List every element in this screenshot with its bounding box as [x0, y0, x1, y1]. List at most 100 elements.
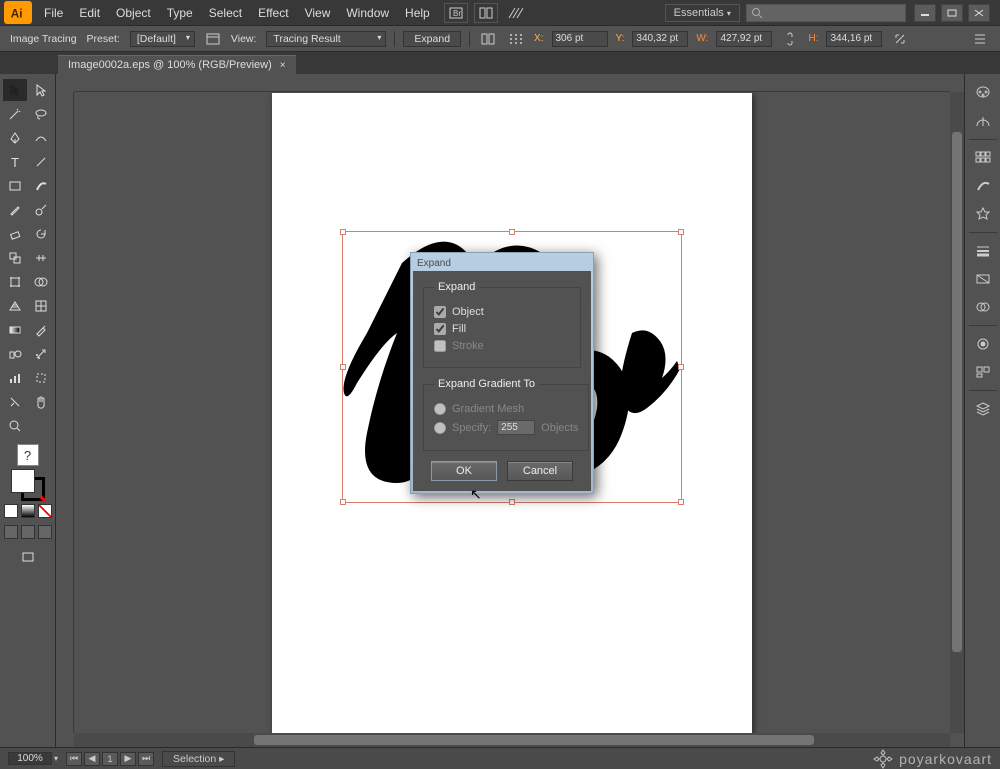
gpu-icon[interactable]: [504, 3, 528, 23]
none-mode-icon[interactable]: [38, 504, 52, 518]
selection-tool[interactable]: [3, 79, 27, 101]
arrange-docs-icon[interactable]: [474, 3, 498, 23]
screen-mode-icon[interactable]: [16, 546, 40, 568]
eyedropper-tool[interactable]: [29, 319, 53, 341]
line-tool[interactable]: [29, 151, 53, 173]
graphic-styles-panel-icon[interactable]: [969, 359, 997, 385]
curvature-tool[interactable]: [29, 127, 53, 149]
zoom-field[interactable]: [8, 752, 52, 765]
menu-window[interactable]: Window: [338, 0, 397, 26]
pen-tool[interactable]: [3, 127, 27, 149]
menu-help[interactable]: Help: [397, 0, 438, 26]
fill-checkbox[interactable]: [434, 323, 446, 335]
link-wh-icon[interactable]: [780, 30, 800, 48]
transparency-panel-icon[interactable]: [969, 294, 997, 320]
resize-handle[interactable]: [509, 499, 515, 505]
rotate-tool[interactable]: [29, 223, 53, 245]
close-button[interactable]: [968, 4, 990, 22]
gradient-tool[interactable]: [3, 319, 27, 341]
resize-handle[interactable]: [340, 499, 346, 505]
status-info[interactable]: Selection ▸: [162, 751, 235, 767]
ok-button[interactable]: OK: [431, 461, 497, 481]
next-artboard-icon[interactable]: ▶: [120, 752, 136, 766]
zoom-tool[interactable]: [3, 415, 27, 437]
magic-wand-tool[interactable]: [3, 103, 27, 125]
maximize-button[interactable]: [941, 4, 963, 22]
menu-object[interactable]: Object: [108, 0, 159, 26]
brushes-panel-icon[interactable]: [969, 173, 997, 199]
workspace-switcher[interactable]: Essentials ▾: [665, 4, 740, 22]
transform-each-icon[interactable]: [890, 30, 910, 48]
menu-select[interactable]: Select: [201, 0, 250, 26]
shape-builder-tool[interactable]: [29, 271, 53, 293]
color-guide-panel-icon[interactable]: [969, 108, 997, 134]
align-icon[interactable]: [478, 30, 498, 48]
fill-indicator[interactable]: ?: [17, 444, 39, 466]
expand-button[interactable]: Expand: [403, 31, 461, 47]
color-panel-icon[interactable]: [969, 80, 997, 106]
perspective-grid-tool[interactable]: [3, 295, 27, 317]
draw-normal-icon[interactable]: [4, 525, 18, 539]
last-artboard-icon[interactable]: ⏭: [138, 752, 154, 766]
type-tool[interactable]: T: [3, 151, 27, 173]
rectangle-tool[interactable]: [3, 175, 27, 197]
draw-behind-icon[interactable]: [21, 525, 35, 539]
stroke-panel-icon[interactable]: [969, 238, 997, 264]
blend-tool[interactable]: [3, 343, 27, 365]
gradient-panel-icon[interactable]: [969, 266, 997, 292]
first-artboard-icon[interactable]: ⏮: [66, 752, 82, 766]
hand-tool[interactable]: [29, 391, 53, 413]
vertical-ruler[interactable]: [56, 92, 74, 733]
swatches-panel-icon[interactable]: [969, 145, 997, 171]
w-field[interactable]: [716, 31, 772, 47]
minimize-button[interactable]: [914, 4, 936, 22]
menu-edit[interactable]: Edit: [71, 0, 108, 26]
menu-effect[interactable]: Effect: [250, 0, 296, 26]
appearance-panel-icon[interactable]: [969, 331, 997, 357]
control-menu-icon[interactable]: [970, 30, 990, 48]
resize-handle[interactable]: [678, 229, 684, 235]
color-mode-icon[interactable]: [4, 504, 18, 518]
vertical-scrollbar[interactable]: [950, 92, 964, 733]
menu-file[interactable]: File: [36, 0, 71, 26]
prev-artboard-icon[interactable]: ◀: [84, 752, 100, 766]
gradient-mode-icon[interactable]: [21, 504, 35, 518]
resize-handle[interactable]: [340, 229, 346, 235]
view-dropdown[interactable]: Tracing Result: [266, 31, 386, 47]
mesh-tool[interactable]: [29, 295, 53, 317]
slice-tool[interactable]: [3, 391, 27, 413]
artboard-number[interactable]: 1: [102, 752, 118, 766]
resize-handle[interactable]: [678, 364, 684, 370]
fill-stroke-swatch[interactable]: [11, 469, 45, 501]
lasso-tool[interactable]: [29, 103, 53, 125]
free-transform-tool[interactable]: [3, 271, 27, 293]
horizontal-scrollbar[interactable]: [74, 733, 950, 747]
preset-dropdown[interactable]: [Default]: [130, 31, 195, 47]
resize-handle[interactable]: [678, 499, 684, 505]
horizontal-ruler[interactable]: [74, 74, 950, 92]
y-field[interactable]: [632, 31, 688, 47]
object-checkbox[interactable]: [434, 306, 446, 318]
preset-panel-icon[interactable]: [203, 30, 223, 48]
eraser-tool[interactable]: [3, 223, 27, 245]
h-field[interactable]: [826, 31, 882, 47]
symbol-sprayer-tool[interactable]: [29, 343, 53, 365]
pencil-tool[interactable]: [3, 199, 27, 221]
direct-selection-tool[interactable]: [29, 79, 53, 101]
transform-icon[interactable]: [506, 30, 526, 48]
menu-type[interactable]: Type: [159, 0, 201, 26]
menu-view[interactable]: View: [297, 0, 339, 26]
artboard-tool[interactable]: [29, 367, 53, 389]
width-tool[interactable]: [29, 247, 53, 269]
document-tab-close-icon[interactable]: ×: [280, 60, 286, 71]
cancel-button[interactable]: Cancel: [507, 461, 573, 481]
resize-handle[interactable]: [340, 364, 346, 370]
scale-tool[interactable]: [3, 247, 27, 269]
column-graph-tool[interactable]: [3, 367, 27, 389]
x-field[interactable]: [552, 31, 608, 47]
search-field[interactable]: [746, 4, 906, 22]
bridge-icon[interactable]: Br: [444, 3, 468, 23]
symbols-panel-icon[interactable]: [969, 201, 997, 227]
blob-brush-tool[interactable]: [29, 199, 53, 221]
resize-handle[interactable]: [509, 229, 515, 235]
